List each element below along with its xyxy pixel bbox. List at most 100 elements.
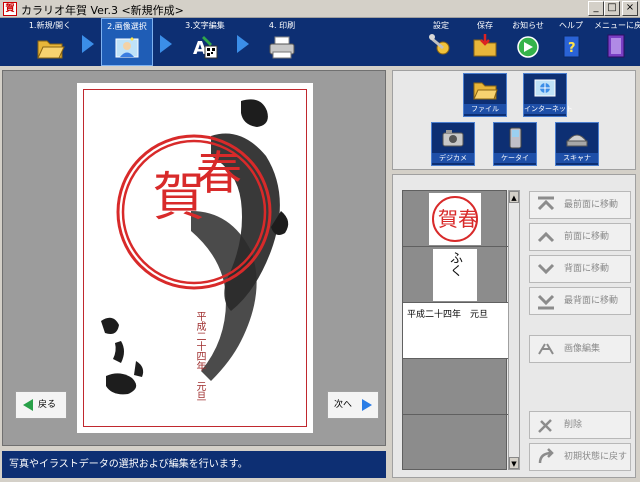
bring-to-front-icon [537,196,555,211]
step-image-select-label: 2.画像選択 [107,22,147,31]
toolbar-settings-label: 設定 [433,21,449,30]
source-mobile-button[interactable]: ケータイ [493,122,537,166]
next-arrow-icon [362,399,372,411]
source-scanner-button[interactable]: スキャナ [555,122,599,166]
step-new-open[interactable]: 1.新規/開く [24,18,76,66]
layer-item-stamp[interactable]: 賀春 [403,191,508,247]
image-edit-label: 画像編集 [564,344,601,354]
image-source-panel: ファイル インターネット デジカメ ケータイ スキャナ [392,70,636,170]
status-bar: 写真やイラストデータの選択および編集を行います。 [2,451,386,478]
send-to-back-icon [537,294,555,310]
bring-forward-button[interactable]: 前面に移動 [529,223,631,251]
source-file-label: ファイル [464,104,506,114]
layer-panel: 賀春 ふく 平成二十四年 元旦 ▲ ▼ 最前面に移動 前面に移動 背面に移動 最… [392,174,636,478]
text-edit-icon: A [193,36,218,59]
title-bar: 賀 カラリオ年賀 Ver.3 <新規作成> _ □ × [0,0,640,18]
send-to-back-label: 最背面に移動 [564,296,619,306]
step-arrow-icon [160,35,172,53]
scroll-down-button[interactable]: ▼ [509,457,519,469]
scanner-icon [566,134,588,147]
reset-button[interactable]: 初期状態に戻す [529,443,631,471]
news-icon [517,36,539,58]
step-text-edit[interactable]: 3.文字編集 A [179,18,231,66]
image-select-icon [115,37,139,58]
stamp-thumbnail: 賀春 [429,193,481,245]
image-edit-icon [538,343,554,355]
main-toolbar: 1.新規/開く 2.画像選択 3.文字編集 A 4. 印刷 設定 保存 お知らせ… [0,18,640,66]
back-label: 戻る [38,400,57,410]
next-label: 次へ [334,400,353,410]
stamp-thumb-text: 賀春 [438,207,478,231]
step-arrow-icon [237,35,249,53]
layer-list: 賀春 ふく 平成二十四年 元旦 [402,190,508,471]
close-button[interactable]: × [622,1,638,16]
digital-camera-icon [442,130,464,147]
toolbar-news-label: お知らせ [512,21,544,30]
reset-label: 初期状態に戻す [564,452,628,462]
layer-item-calligraphy[interactable]: ふく [403,247,508,303]
toolbar-help[interactable]: ヘルプ ? [556,18,586,66]
folder-open-icon [37,40,65,59]
text-layer-label: 平成二十四年 元旦 [407,310,489,320]
source-camera-label: デジカメ [432,153,474,163]
bring-forward-icon [537,231,555,243]
source-internet-button[interactable]: インターネット [523,73,573,117]
stamp-seal-illustration: 賀 春 [116,134,272,290]
step-print-label: 4. 印刷 [268,21,296,30]
step-print[interactable]: 4. 印刷 [256,18,308,66]
scroll-up-button[interactable]: ▲ [509,191,519,203]
window-title: カラリオ年賀 Ver.3 <新規作成> [21,4,184,17]
delete-label: 削除 [564,420,583,430]
send-backward-label: 背面に移動 [564,264,610,274]
maximize-button[interactable]: □ [604,1,620,16]
delete-button[interactable]: 削除 [529,411,631,439]
send-backward-icon [537,263,555,275]
calligraphy-thumbnail: ふく [433,249,477,301]
step-text-edit-label: 3.文字編集 [185,21,225,30]
layer-scrollbar[interactable]: ▲ ▼ [508,190,520,470]
source-camera-button[interactable]: デジカメ [431,122,475,166]
image-edit-button[interactable]: 画像編集 [529,335,631,363]
step-arrow-icon [82,35,94,53]
layer-item-empty[interactable] [403,359,508,415]
send-to-back-button[interactable]: 最背面に移動 [529,287,631,315]
toolbar-save[interactable]: 保存 [470,18,500,66]
bring-to-front-label: 最前面に移動 [564,200,619,210]
toolbar-help-label: ヘルプ [559,21,583,30]
back-button[interactable]: 戻る [15,391,67,419]
calligraphy-thumb-text: ふく [447,251,462,277]
bring-forward-label: 前面に移動 [564,232,610,242]
postcard-preview[interactable]: 賀 春 平成二十四年 元旦 [77,83,313,433]
settings-icon [429,34,450,55]
toolbar-save-label: 保存 [477,21,493,30]
bring-to-front-button[interactable]: 最前面に移動 [529,191,631,219]
app-icon: 賀 [3,2,17,16]
svg-text:?: ? [568,41,576,56]
source-internet-label: インターネット [524,104,573,114]
toolbar-menu-return-label: メニューに戻る [594,21,640,30]
minimize-button[interactable]: _ [588,1,604,16]
help-book-icon: ? [563,35,580,58]
greeting-date-text: 平成二十四年 元旦 [194,311,205,401]
menu-return-icon [607,34,625,58]
source-scanner-label: スキャナ [556,153,598,163]
step-new-open-label: 1.新規/開く [28,21,72,30]
toolbar-menu-return[interactable]: メニューに戻る [594,18,640,66]
source-file-button[interactable]: ファイル [463,73,507,117]
reset-icon [538,448,554,464]
toolbar-news[interactable]: お知らせ [510,18,546,66]
back-arrow-icon [23,399,33,411]
source-mobile-label: ケータイ [494,153,536,163]
next-button[interactable]: 次へ [327,391,379,419]
step-image-select[interactable]: 2.画像選択 [101,18,153,66]
printer-icon [269,36,295,59]
delete-icon [538,419,552,433]
layer-item-text[interactable]: 平成二十四年 元旦 [403,303,508,359]
send-backward-button[interactable]: 背面に移動 [529,255,631,283]
mobile-phone-icon [509,127,522,149]
stamp-char-2: 春 [196,146,242,200]
folder-icon [473,82,498,100]
layer-item-empty[interactable] [403,415,508,471]
internet-icon [534,79,556,97]
toolbar-settings[interactable]: 設定 [426,18,456,66]
